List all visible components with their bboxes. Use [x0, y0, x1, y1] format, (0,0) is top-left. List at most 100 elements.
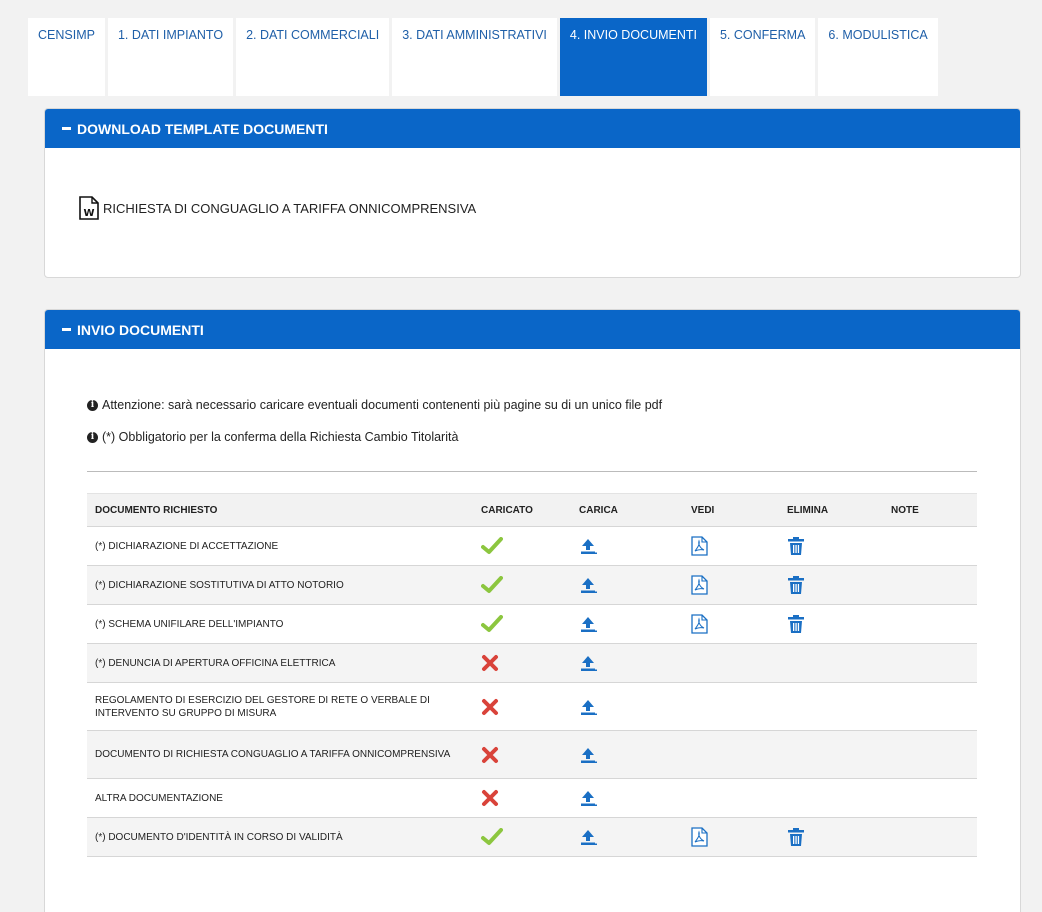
cross-icon [482, 655, 498, 671]
delete-cell [779, 817, 883, 857]
cross-icon [482, 698, 498, 715]
col-caricato: CARICATO [473, 493, 571, 527]
template-link-label: RICHIESTA DI CONGUAGLIO A TARIFFA ONNICO… [103, 200, 477, 216]
table-row: (*) DICHIARAZIONE DI ACCETTAZIONE [87, 526, 977, 566]
check-icon [481, 576, 503, 593]
upload-cell [571, 817, 683, 857]
upload-cell [571, 730, 683, 779]
delete-cell [779, 643, 883, 683]
collapse-icon [62, 328, 71, 331]
document-name: ALTRA DOCUMENTAZIONE [87, 778, 473, 818]
upload-icon[interactable] [579, 575, 599, 595]
upload-icon[interactable] [579, 614, 599, 634]
pdf-view-icon[interactable] [691, 575, 708, 595]
delete-cell [779, 526, 883, 566]
table-header-row: DOCUMENTO RICHIESTO CARICATO CARICA VEDI… [87, 493, 977, 527]
view-cell [683, 682, 779, 731]
table-row: REGOLAMENTO DI ESERCIZIO DEL GESTORE DI … [87, 682, 977, 731]
cross-icon [482, 790, 498, 806]
table-row: DOCUMENTO DI RICHIESTA CONGUAGLIO A TARI… [87, 730, 977, 779]
tab-invio-documenti[interactable]: 4. INVIO DOCUMENTI [559, 18, 707, 96]
trash-icon[interactable] [787, 827, 805, 847]
document-name: DOCUMENTO DI RICHIESTA CONGUAGLIO A TARI… [87, 730, 473, 779]
col-vedi: VEDI [683, 493, 779, 527]
upload-icon[interactable] [579, 536, 599, 556]
upload-cell [571, 778, 683, 818]
delete-cell [779, 730, 883, 779]
download-template-panel: DOWNLOAD TEMPLATE DOCUMENTI W RICHIESTA … [44, 108, 1021, 278]
delete-cell [779, 682, 883, 731]
uploaded-status [473, 682, 571, 731]
view-cell [683, 526, 779, 566]
upload-icon[interactable] [579, 788, 599, 808]
invio-documenti-title: INVIO DOCUMENTI [77, 321, 204, 338]
invio-documenti-panel: INVIO DOCUMENTI i Attenzione: sarà neces… [44, 309, 1021, 912]
note-cell [883, 730, 977, 779]
upload-cell [571, 526, 683, 566]
pdf-view-icon[interactable] [691, 614, 708, 634]
download-template-title: DOWNLOAD TEMPLATE DOCUMENTI [77, 120, 328, 137]
collapse-icon [62, 127, 71, 130]
tab-bar: CENSIMP 1. DATI IMPIANTO 2. DATI COMMERC… [28, 18, 941, 96]
pdf-view-icon[interactable] [691, 827, 708, 847]
cross-icon [482, 746, 498, 763]
trash-icon[interactable] [787, 575, 805, 595]
uploaded-status [473, 565, 571, 605]
info-multipage: i Attenzione: sarà necessario caricare e… [87, 398, 662, 412]
table-row: ALTRA DOCUMENTAZIONE [87, 778, 977, 818]
pdf-view-icon[interactable] [691, 536, 708, 556]
info-required: i (*) Obbligatorio per la conferma della… [87, 430, 458, 444]
separator [87, 471, 977, 472]
document-name: (*) SCHEMA UNIFILARE DELL'IMPIANTO [87, 604, 473, 644]
table-row: (*) SCHEMA UNIFILARE DELL'IMPIANTO [87, 604, 977, 644]
svg-text:W: W [83, 208, 94, 219]
note-cell [883, 526, 977, 566]
delete-cell [779, 778, 883, 818]
delete-cell [779, 604, 883, 644]
check-icon [481, 615, 503, 632]
col-elimina: ELIMINA [779, 493, 883, 527]
tab-dati-commerciali[interactable]: 2. DATI COMMERCIALI [236, 18, 390, 96]
document-name: REGOLAMENTO DI ESERCIZIO DEL GESTORE DI … [87, 682, 473, 731]
document-name: (*) DICHIARAZIONE SOSTITUTIVA DI ATTO NO… [87, 565, 473, 605]
note-cell [883, 643, 977, 683]
upload-icon[interactable] [579, 745, 599, 765]
col-note: NOTE [883, 493, 977, 527]
info-multipage-text: Attenzione: sarà necessario caricare eve… [102, 398, 663, 412]
upload-cell [571, 604, 683, 644]
col-carica: CARICA [571, 493, 683, 527]
tab-modulistica[interactable]: 6. MODULISTICA [818, 18, 938, 96]
table-row: (*) DICHIARAZIONE SOSTITUTIVA DI ATTO NO… [87, 565, 977, 605]
check-icon [481, 537, 503, 554]
trash-icon[interactable] [787, 614, 805, 634]
info-icon: i [87, 431, 98, 443]
note-cell [883, 604, 977, 644]
check-icon [481, 828, 503, 845]
invio-documenti-header[interactable]: INVIO DOCUMENTI [45, 310, 1020, 349]
tab-conferma[interactable]: 5. CONFERMA [709, 18, 816, 96]
document-name: (*) DICHIARAZIONE DI ACCETTAZIONE [87, 526, 473, 566]
view-cell [683, 778, 779, 818]
note-cell [883, 817, 977, 857]
tab-dati-amministrativi[interactable]: 3. DATI AMMINISTRATIVI [392, 18, 557, 96]
upload-icon[interactable] [579, 827, 599, 847]
download-template-header[interactable]: DOWNLOAD TEMPLATE DOCUMENTI [45, 109, 1020, 148]
tab-censimp[interactable]: CENSIMP [28, 18, 105, 96]
upload-icon[interactable] [579, 697, 599, 717]
uploaded-status [473, 778, 571, 818]
note-cell [883, 565, 977, 605]
uploaded-status [473, 817, 571, 857]
upload-cell [571, 682, 683, 731]
upload-cell [571, 565, 683, 605]
template-download-link[interactable]: W RICHIESTA DI CONGUAGLIO A TARIFFA ONNI… [79, 196, 476, 220]
upload-cell [571, 643, 683, 683]
view-cell [683, 643, 779, 683]
trash-icon[interactable] [787, 536, 805, 556]
note-cell [883, 682, 977, 731]
tab-dati-impianto[interactable]: 1. DATI IMPIANTO [107, 18, 234, 96]
documents-table: DOCUMENTO RICHIESTO CARICATO CARICA VEDI… [87, 493, 977, 857]
document-name: (*) DOCUMENTO D'IDENTITÀ IN CORSO DI VAL… [87, 817, 473, 857]
upload-icon[interactable] [579, 653, 599, 673]
view-cell [683, 565, 779, 605]
info-icon: i [87, 399, 98, 411]
